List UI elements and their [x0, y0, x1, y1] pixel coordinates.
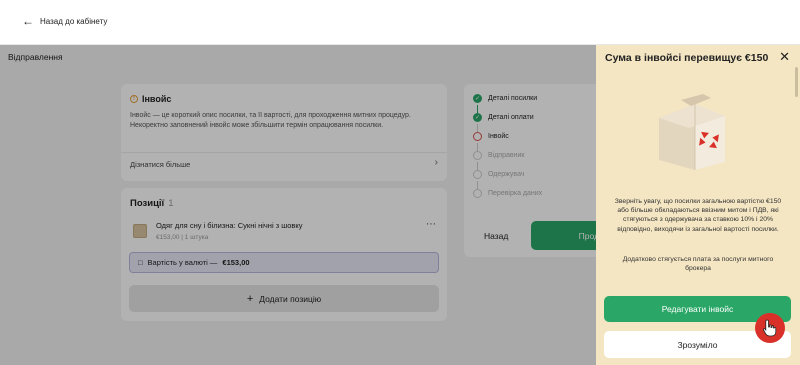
- hand-cursor-icon: [755, 313, 785, 343]
- scrollbar[interactable]: [795, 67, 798, 97]
- panel-broker-text: Додатково стягується плата за послуги ми…: [622, 256, 774, 273]
- modal-backdrop[interactable]: [0, 45, 596, 365]
- top-bar: ← Назад до кабінету: [0, 0, 800, 45]
- close-icon[interactable]: ✕: [779, 49, 790, 65]
- arrow-left-icon: ←: [22, 14, 34, 28]
- box-illustration: [659, 94, 725, 170]
- panel-warning-text: Зверніть увагу, що посилки загальною вар…: [614, 198, 782, 233]
- back-to-cabinet-label: Назад до кабінету: [40, 16, 108, 26]
- panel-title: Сума в інвойсі перевищує €150: [605, 52, 769, 64]
- back-to-cabinet-link[interactable]: ← Назад до кабінету: [22, 14, 108, 28]
